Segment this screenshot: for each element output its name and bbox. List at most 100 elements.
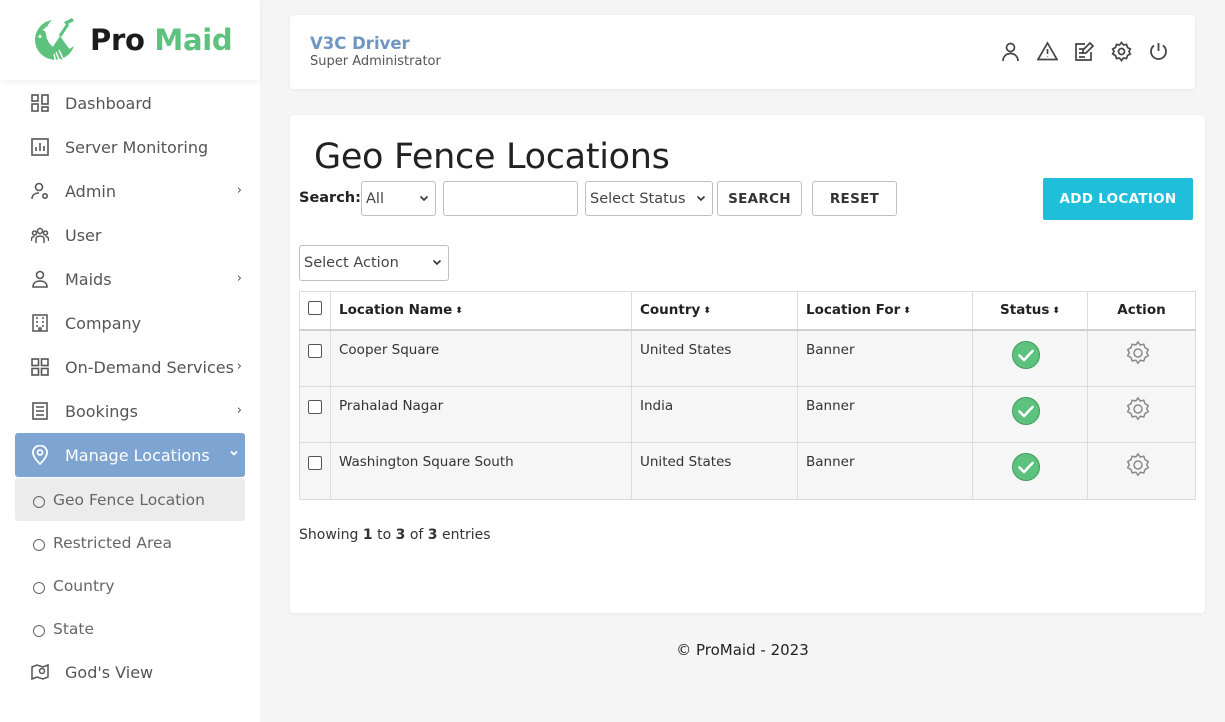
active-check-icon[interactable] (1011, 340, 1041, 370)
gear-icon[interactable] (1125, 340, 1151, 366)
sort-icon: ⬍ (703, 306, 711, 317)
sidebar-item-maids[interactable]: Maids › (0, 257, 260, 301)
power-icon[interactable] (1148, 41, 1169, 62)
sidebar-item-company[interactable]: Company (0, 301, 260, 345)
row-checkbox-cell (299, 329, 331, 387)
table-header-row: Location Name ⬍ Country ⬍ Location For ⬍ St… (299, 291, 1196, 331)
showing-suffix: entries (441, 527, 491, 543)
cell-location-name: Prahalad Nagar (330, 385, 632, 443)
sidebar-subitem-restricted-area[interactable]: Restricted Area (0, 521, 260, 564)
cell-location-for: Banner (797, 442, 973, 500)
table-row: Prahalad Nagar India Banner (299, 385, 1196, 443)
warning-icon[interactable] (1037, 41, 1058, 62)
services-grid-icon (30, 357, 50, 377)
header-actions (1000, 41, 1169, 62)
showing-of-word: of (409, 527, 424, 543)
col-location-name[interactable]: Location Name ⬍ (330, 291, 632, 331)
chart-icon (30, 137, 50, 157)
profile-icon[interactable] (1000, 41, 1021, 62)
sidebar-item-label: Admin (65, 181, 116, 201)
brand-maid: Maid (154, 23, 233, 57)
sidebar-subitem-country[interactable]: Country (0, 564, 260, 607)
chevron-right-icon: › (236, 403, 242, 418)
cell-country: United States (631, 442, 798, 500)
page-title: Geo Fence Locations (314, 137, 670, 177)
chevron-right-icon: › (236, 183, 242, 198)
cell-action (1087, 385, 1196, 443)
gear-icon[interactable] (1125, 452, 1151, 478)
select-all-checkbox[interactable] (308, 301, 322, 316)
status-select[interactable]: Select Status (585, 181, 713, 216)
admin-user-icon (30, 181, 50, 201)
search-input[interactable] (443, 181, 578, 216)
edit-note-icon[interactable] (1074, 41, 1095, 62)
row-checkbox-cell (299, 442, 331, 500)
logo[interactable]: Pro Maid (0, 0, 260, 80)
cell-location-for: Banner (797, 385, 973, 443)
sidebar-item-dashboard[interactable]: Dashboard (0, 81, 260, 125)
sidebar-item-label: Manage Locations (65, 445, 210, 465)
select-all-cell (299, 291, 331, 331)
sidebar-item-server-monitoring[interactable]: Server Monitoring (0, 125, 260, 169)
bulk-action-select[interactable]: Select Action (299, 245, 449, 281)
showing-to: 3 (395, 527, 406, 543)
showing-to-word: to (377, 527, 392, 543)
cell-location-name: Cooper Square (330, 329, 632, 387)
sidebar-item-manage-locations[interactable]: Manage Locations (15, 433, 245, 477)
active-check-icon[interactable] (1011, 452, 1041, 482)
top-header: V3C Driver Super Administrator (290, 15, 1195, 89)
circle-icon (33, 581, 45, 594)
col-country[interactable]: Country ⬍ (631, 291, 798, 331)
chevron-right-icon: › (236, 359, 242, 374)
add-location-button[interactable]: ADD LOCATION (1043, 178, 1193, 220)
user-name[interactable]: V3C Driver (310, 34, 410, 53)
sidebar-item-bookings[interactable]: Bookings › (0, 389, 260, 433)
user-role: Super Administrator (310, 54, 441, 69)
sort-icon: ⬍ (903, 306, 911, 317)
row-checkbox[interactable] (308, 456, 322, 470)
table-row: Cooper Square United States Banner (299, 329, 1196, 387)
row-checkbox[interactable] (308, 399, 322, 414)
sidebar-subitem-geo-fence-location[interactable]: Geo Fence Location (15, 478, 245, 521)
showing-total: 3 (427, 527, 438, 543)
cell-location-for: Banner (797, 329, 973, 387)
search-scope-select[interactable]: All (361, 181, 436, 216)
col-action: Action (1087, 291, 1196, 331)
active-check-icon[interactable] (1011, 396, 1041, 426)
row-checkbox[interactable] (308, 343, 322, 358)
sort-icon: ⬍ (1052, 306, 1060, 317)
sidebar-subitem-label: State (53, 619, 95, 638)
sidebar-item-admin[interactable]: Admin › (0, 169, 260, 213)
cell-action (1087, 442, 1196, 500)
search-button[interactable]: SEARCH (717, 181, 802, 216)
broom-logo-icon (34, 18, 74, 64)
sidebar-item-label: Dashboard (65, 93, 152, 113)
cell-status (972, 385, 1088, 443)
sidebar-item-gods-view[interactable]: God's View (0, 650, 260, 694)
gear-icon[interactable] (1111, 41, 1132, 62)
col-label: Country (640, 302, 701, 319)
bulk-action-value: Select Action (304, 255, 399, 271)
cell-location-name: Washington Square South (330, 442, 632, 500)
chevron-down-icon (229, 447, 239, 462)
circle-icon (33, 624, 45, 637)
cell-country: United States (631, 329, 798, 387)
sidebar-item-label: Server Monitoring (65, 137, 209, 157)
map-view-icon (30, 662, 50, 682)
users-icon (30, 225, 50, 245)
main-panel: Geo Fence Locations Search: All Select S… (290, 115, 1205, 613)
sidebar-item-on-demand-services[interactable]: On-Demand Services › (0, 345, 260, 389)
sidebar-subitem-label: Restricted Area (53, 533, 173, 552)
sidebar-item-label: Maids (65, 269, 112, 289)
showing-prefix: Showing (299, 527, 359, 543)
sidebar-subitem-label: Geo Fence Location (53, 490, 205, 509)
sidebar-subitem-state[interactable]: State (0, 607, 260, 650)
maid-icon (30, 269, 50, 289)
col-status[interactable]: Status ⬍ (972, 291, 1088, 331)
col-location-for[interactable]: Location For ⬍ (797, 291, 973, 331)
sidebar-item-user[interactable]: User (0, 213, 260, 257)
showing-from: 1 (362, 527, 373, 543)
search-scope-value: All (366, 190, 384, 207)
gear-icon[interactable] (1125, 396, 1151, 422)
reset-button[interactable]: RESET (812, 181, 897, 216)
